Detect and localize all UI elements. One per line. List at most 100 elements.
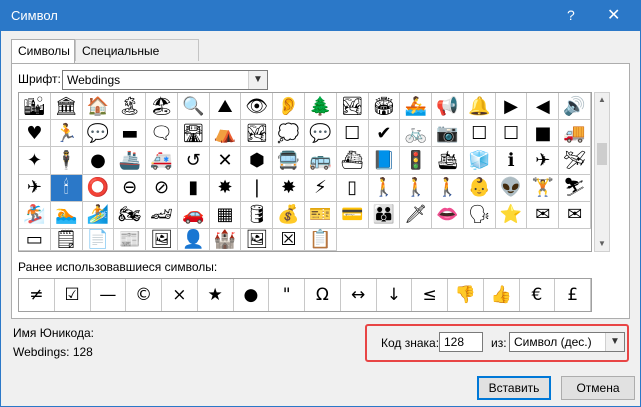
symbol-cell[interactable]: ⚡ (305, 174, 337, 202)
scroll-down-icon[interactable]: ▼ (595, 237, 609, 251)
symbol-cell[interactable]: 🗣 (463, 201, 496, 229)
symbol-cell[interactable]: 🏄 (82, 201, 115, 229)
recent-symbol-cell[interactable]: 👎 (448, 279, 484, 311)
symbol-cell[interactable]: 🛣 (177, 120, 210, 148)
symbol-cell[interactable]: 🛳 (432, 147, 464, 175)
recent-symbols-row[interactable]: ≠ ☑ — © × ★ ● " Ω ↔ ↓ ≤ 👎 👍 € £ (18, 278, 592, 312)
insert-button[interactable]: Вставить (477, 376, 551, 400)
symbol-cell[interactable]: ⛰ (209, 93, 242, 121)
symbol-cell[interactable]: ☒ (273, 229, 305, 251)
symbol-cell[interactable]: 🏊 (50, 201, 83, 229)
symbol-cell[interactable]: ✈ (527, 147, 560, 175)
symbol-cell[interactable]: ▭ (19, 229, 51, 251)
recent-symbol-cell[interactable]: ≤ (412, 279, 448, 311)
symbol-cell[interactable]: 🏟 (368, 93, 401, 121)
symbol-cell[interactable]: 🏎 (146, 201, 178, 229)
recent-symbol-cell[interactable]: ☑ (55, 279, 91, 311)
recent-symbol-cell[interactable]: 👍 (484, 279, 520, 311)
symbol-cell[interactable]: 🚶 (432, 174, 464, 202)
symbol-cell[interactable]: ▮ (177, 174, 210, 202)
symbol-cell[interactable]: 🚑 (146, 147, 178, 175)
symbol-cell[interactable]: 🚚 (559, 120, 591, 148)
symbol-cell[interactable]: 🏂 (19, 201, 51, 229)
char-code-input[interactable]: 128 (439, 332, 483, 352)
symbol-cell[interactable]: 🏙 (19, 93, 51, 121)
symbol-cell[interactable]: 📋 (305, 229, 337, 251)
symbol-cell[interactable]: 📷 (432, 120, 464, 148)
recent-symbol-cell[interactable]: Ω (305, 279, 341, 311)
symbol-cell[interactable]: ◀ (527, 93, 560, 121)
symbol-cell[interactable]: 👶 (463, 174, 496, 202)
symbol-cell[interactable]: 🔔 (463, 93, 496, 121)
symbol-cell[interactable]: 🏞 (241, 120, 274, 148)
symbol-cell[interactable]: 🕴 (50, 147, 83, 175)
help-button[interactable]: ? (567, 7, 575, 23)
symbol-cell[interactable]: ⛷ (559, 174, 591, 202)
symbol-cell[interactable]: 🚗 (177, 201, 210, 229)
tab-special-chars[interactable]: Специальные знаки (75, 39, 199, 80)
symbol-cell[interactable]: ✉ (559, 201, 591, 229)
symbol-cell[interactable]: 👂 (273, 93, 305, 121)
symbol-cell[interactable]: 🖼 (241, 229, 274, 251)
symbol-cell[interactable]: ● (82, 147, 115, 175)
cancel-button[interactable]: Отмена (561, 376, 635, 400)
recent-symbol-cell[interactable]: € (520, 279, 556, 311)
symbol-cell[interactable]: ☐ (463, 120, 496, 148)
symbol-cell[interactable]: 🚢 (114, 147, 147, 175)
symbol-cell[interactable]: 🔍 (177, 93, 210, 121)
symbol-cell[interactable]: ▦ (209, 201, 242, 229)
symbol-cell[interactable]: ⬢ (241, 147, 274, 175)
symbol-cell[interactable]: ✉ (527, 201, 560, 229)
symbol-cell[interactable]: 🚣 (400, 93, 433, 121)
symbol-cell[interactable]: ✕ (209, 147, 242, 175)
symbol-cell[interactable]: ■ (527, 120, 560, 148)
symbol-cell[interactable]: ✸ (273, 174, 305, 202)
symbol-cell[interactable]: 💰 (273, 201, 305, 229)
symbol-cell[interactable]: 👤 (177, 229, 210, 251)
recent-symbol-cell[interactable]: ● (234, 279, 270, 311)
symbol-cell[interactable]: 🗒 (50, 229, 83, 251)
symbol-cell[interactable]: 🔊 (559, 93, 591, 121)
symbol-cell[interactable]: 🏃 (50, 120, 83, 148)
symbol-cell[interactable]: 📄 (82, 229, 115, 251)
symbol-cell[interactable]: 🏰 (209, 229, 242, 251)
symbol-cell[interactable]: ♥ (19, 120, 51, 148)
recent-symbol-cell[interactable]: © (126, 279, 162, 311)
scroll-thumb[interactable] (597, 143, 607, 165)
symbol-cell[interactable]: ✦ (19, 147, 51, 175)
symbol-cell[interactable]: 📰 (114, 229, 147, 251)
symbol-cell[interactable]: 🏞 (336, 93, 369, 121)
symbol-cell[interactable]: 🏝 (114, 93, 147, 121)
symbol-cell[interactable]: 💬 (82, 120, 115, 148)
recent-symbol-cell[interactable]: — (91, 279, 127, 311)
symbol-cell[interactable]: ⛺ (209, 120, 242, 148)
chevron-down-icon[interactable]: ▼ (605, 333, 624, 351)
symbol-cell[interactable]: ℹ (495, 147, 528, 175)
symbol-cell[interactable]: 👁 (241, 93, 274, 121)
symbol-cell[interactable]: 🕯 (50, 174, 83, 202)
from-select[interactable]: Символ (дес.) ▼ (509, 332, 625, 352)
symbol-cell[interactable]: ☐ (495, 120, 528, 148)
symbol-cell[interactable]: 👄 (432, 201, 464, 229)
symbol-cell[interactable]: 💭 (273, 120, 305, 148)
symbol-cell[interactable]: 🚦 (400, 147, 433, 175)
symbol-cell[interactable]: 🚶 (400, 174, 433, 202)
symbol-grid-scrollbar[interactable]: ▲ ▼ (594, 92, 610, 252)
symbol-cell[interactable]: 🏖 (146, 93, 178, 121)
symbol-cell[interactable]: 🗨 (146, 120, 178, 148)
tab-symbols[interactable]: Символы (11, 39, 75, 64)
symbol-cell[interactable]: ✸ (209, 174, 242, 202)
symbol-cell[interactable]: ⭕ (82, 174, 115, 202)
symbol-cell[interactable]: 🖼 (146, 229, 178, 251)
symbol-cell[interactable]: 🛩 (559, 147, 591, 175)
symbol-cell[interactable]: ⭐ (495, 201, 528, 229)
scroll-up-icon[interactable]: ▲ (595, 93, 609, 107)
symbol-cell[interactable]: 🚶 (368, 174, 401, 202)
symbol-cell[interactable]: 🛢 (241, 201, 274, 229)
symbol-cell[interactable]: ❘ (241, 174, 274, 202)
symbol-cell[interactable]: ⊘ (146, 174, 178, 202)
symbol-cell[interactable]: 🏋 (527, 174, 560, 202)
symbol-cell[interactable]: ☐ (336, 120, 369, 148)
symbol-cell[interactable]: ▯ (336, 174, 369, 202)
symbol-cell[interactable]: ↺ (177, 147, 210, 175)
